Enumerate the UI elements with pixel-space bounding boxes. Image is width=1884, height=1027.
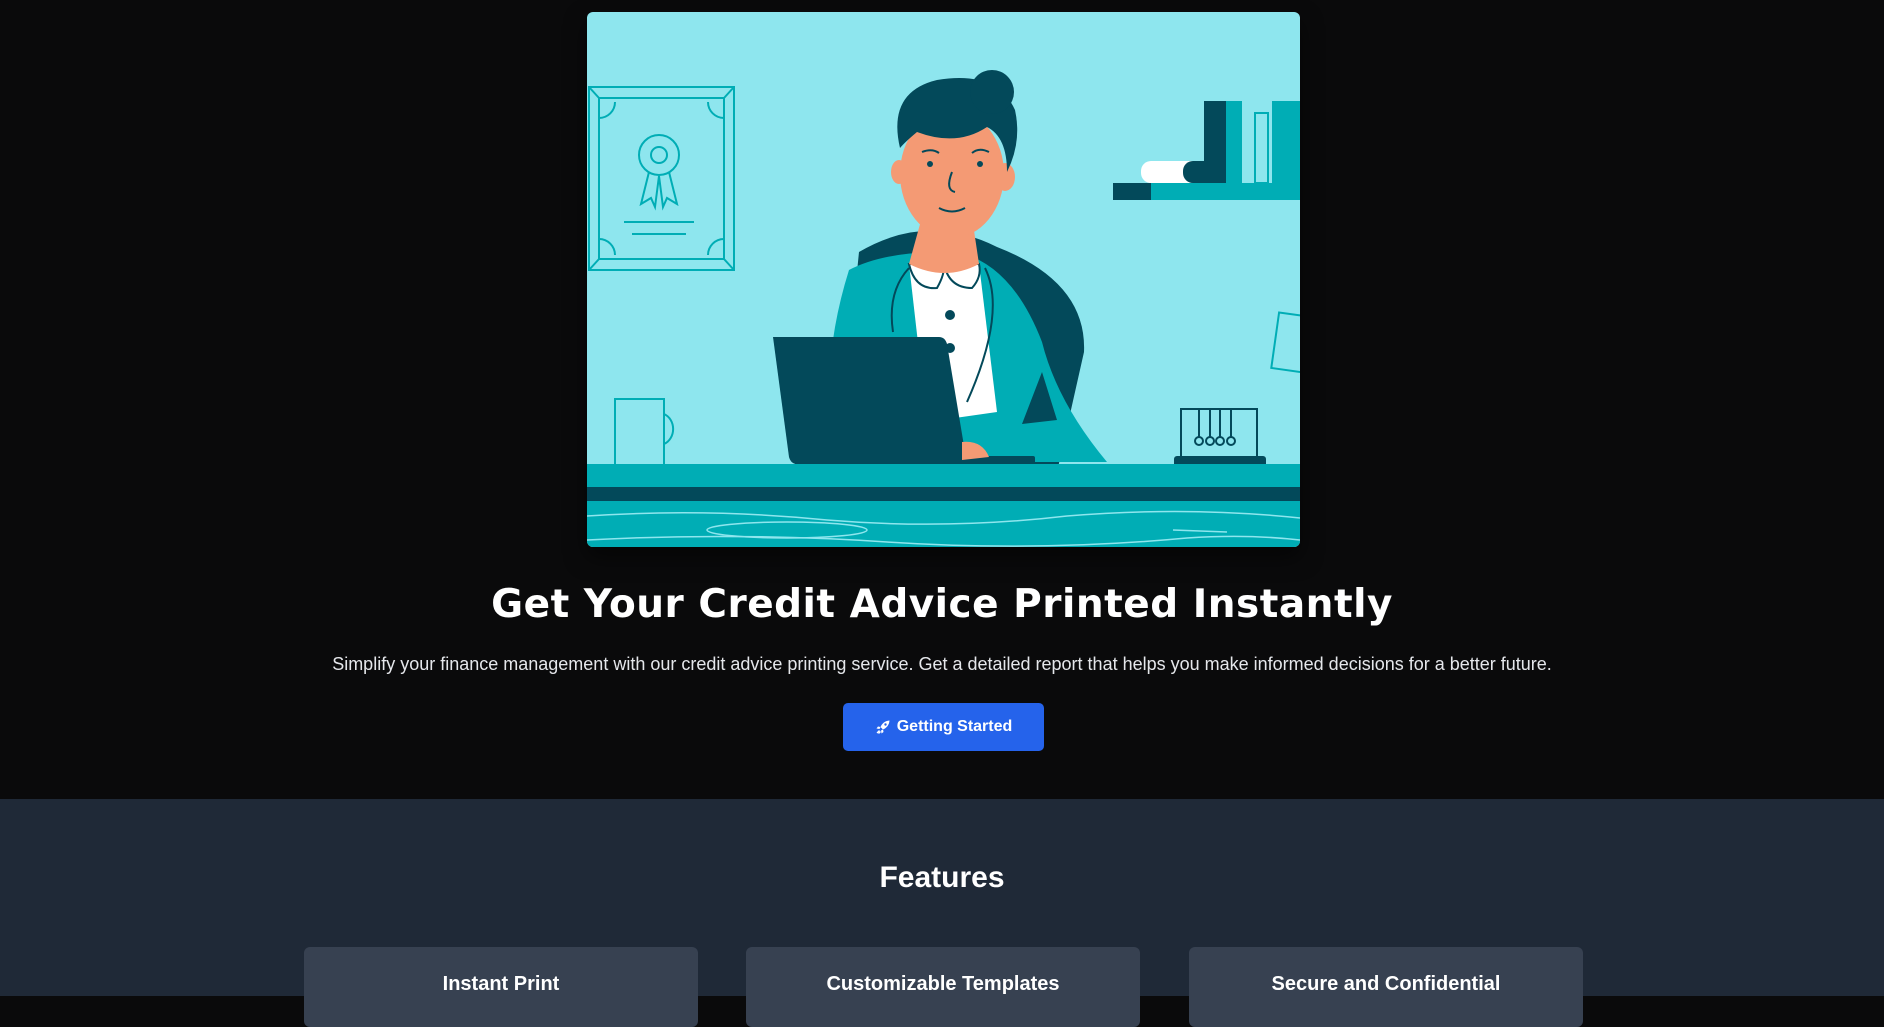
features-section: Features Instant Print Customizable Temp…: [0, 799, 1884, 1027]
feature-card-title: Customizable Templates: [826, 973, 1060, 995]
getting-started-label: Getting Started: [896, 718, 1013, 735]
getting-started-button[interactable]: Getting Started: [843, 703, 1044, 751]
hero-title: Get Your Credit Advice Printed Instantly: [491, 582, 1393, 627]
hero-section: Get Your Credit Advice Printed Instantly…: [0, 0, 1884, 799]
features-title: Features: [879, 861, 1005, 894]
hero-subtitle: Simplify your finance management with ou…: [332, 654, 1552, 674]
feature-card-title: Instant Print: [442, 973, 560, 995]
feature-card-customizable-templates: Customizable Templates: [746, 947, 1140, 1027]
feature-card-title: Secure and Confidential: [1271, 973, 1501, 995]
feature-card-instant-print: Instant Print: [304, 947, 698, 1027]
woman-at-desk-illustration: [587, 12, 1300, 547]
feature-card-secure-and-confidential: Secure and Confidential: [1189, 947, 1583, 1027]
rocket-icon: [876, 720, 890, 734]
